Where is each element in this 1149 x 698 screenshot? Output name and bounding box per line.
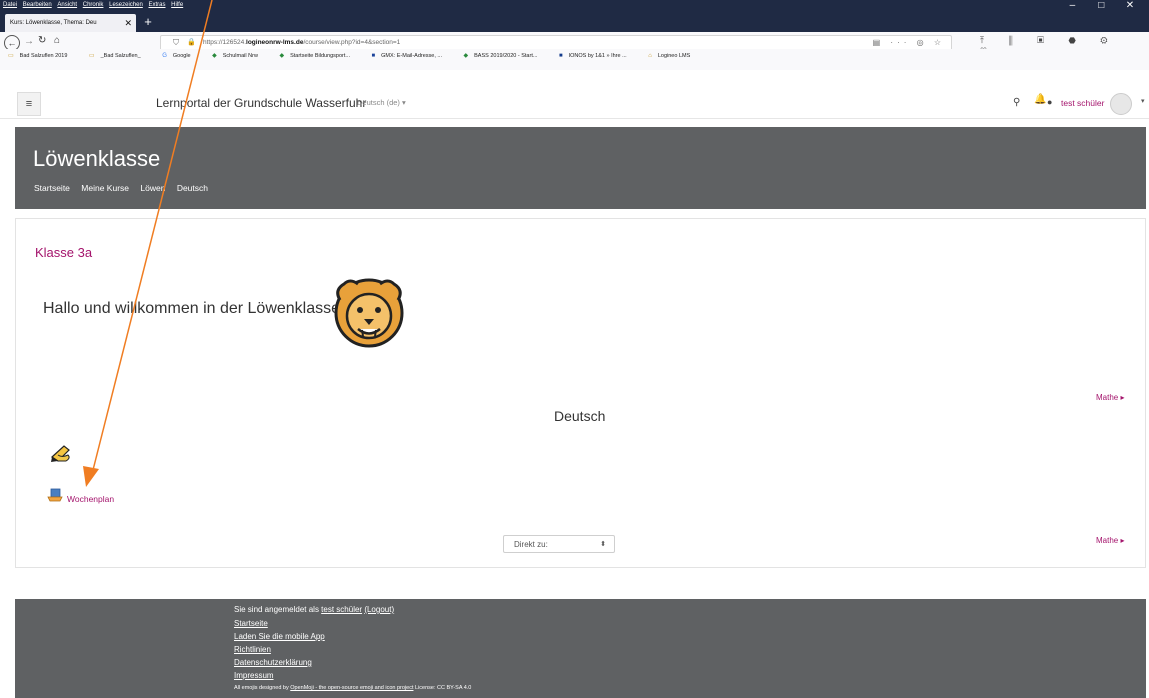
folder-icon: ▭ — [8, 53, 14, 59]
new-tab-button[interactable]: + — [140, 14, 156, 30]
menu-hilfe[interactable]: Hilfe — [171, 2, 183, 8]
url-prefix: https://126524. — [203, 39, 247, 46]
menu-lesezeichen[interactable]: Lesezeichen — [109, 2, 143, 8]
hamburger-menu-button[interactable]: ≡ — [17, 92, 41, 116]
writing-hand-icon — [51, 445, 70, 462]
user-menu-caret[interactable]: ▾ — [1141, 97, 1145, 105]
breadcrumb-startseite[interactable]: Startseite — [34, 183, 70, 193]
folder-icon: ▭ — [88, 53, 95, 59]
emoji-license: License: CC BY-SA 4.0 — [413, 685, 472, 691]
nrw-icon: ◆ — [279, 53, 285, 59]
bookmark-label: Logineo LMS — [657, 53, 691, 59]
bookmark-label: Google — [172, 53, 191, 59]
minimize-button[interactable]: – — [1059, 0, 1085, 11]
breadcrumb-loewen[interactable]: Löwen — [140, 183, 165, 193]
bookmark-item[interactable]: ▭ _Bad Salzuflen_ — [85, 49, 147, 64]
emoji-credit: All emojis designed by OpenMoji - the op… — [234, 685, 471, 691]
logout-link[interactable]: (Logout) — [364, 605, 394, 614]
gmx-icon: ■ — [371, 53, 376, 59]
nrw-icon: ◆ — [463, 53, 469, 59]
bookmark-label: Schulmail Nrw — [222, 53, 258, 59]
bookmark-label: Startseite Bildungsport... — [290, 53, 350, 59]
menu-bearbeiten[interactable]: Bearbeiten — [23, 2, 52, 8]
ionos-icon: ■ — [558, 53, 563, 59]
tab-title: Kurs: Löwenklasse, Thema: Deu — [10, 20, 97, 26]
shield-icon[interactable]: ⛉ — [173, 36, 179, 50]
bookmark-item[interactable]: ◆ BASS 2019/2020 - Start... — [460, 49, 544, 64]
page-footer — [15, 599, 1146, 698]
bookmark-label: GMX: E-Mail-Adresse, ... — [381, 53, 442, 59]
avatar[interactable] — [1110, 93, 1132, 115]
activity-link-wochenplan[interactable]: Wochenplan — [67, 494, 114, 504]
file-icon[interactable] — [47, 488, 63, 502]
bookmarks-bar: ▭ Bad Salzuflen 2019 ▭ _Bad Salzuflen_ G Go… — [0, 49, 1149, 64]
google-icon: G — [162, 53, 167, 59]
logineo-icon: ⌂ — [648, 53, 652, 59]
footer-link-datenschutz[interactable]: Datenschutzerklärung — [234, 658, 312, 667]
language-menu[interactable]: Deutsch (de) ▾ — [357, 98, 406, 107]
chat-icon[interactable]: ● — [1047, 97, 1052, 107]
window-controls: – □ ✕ — [1059, 0, 1143, 11]
bookmark-item[interactable]: G Google — [158, 49, 196, 64]
course-content-card — [15, 218, 1146, 568]
search-icon[interactable]: ⚲ — [1013, 97, 1020, 108]
browser-menubar: Datei Bearbeiten Ansicht Chronik Lesezei… — [0, 0, 1149, 12]
menu-datei[interactable]: Datei — [3, 2, 17, 8]
bookmark-label: BASS 2019/2020 - Start... — [474, 53, 538, 59]
login-prefix: Sie sind angemeldet als — [234, 605, 322, 614]
course-banner — [15, 127, 1146, 209]
lock-icon[interactable]: 🔒 — [187, 36, 196, 50]
login-info: Sie sind angemeldet als test schüler (Lo… — [234, 605, 394, 614]
url-path: /course/view.php?id=4&section=1 — [303, 39, 401, 46]
footer-link-impressum[interactable]: Impressum — [234, 671, 274, 680]
forward-icon[interactable]: → — [24, 36, 34, 47]
close-window-button[interactable]: ✕ — [1117, 0, 1143, 11]
bookmark-item[interactable]: ◆ Startseite Bildungsport... — [275, 49, 356, 64]
menu-list: Datei Bearbeiten Ansicht Chronik Lesezei… — [3, 2, 187, 8]
footer-link-mobile-app[interactable]: Laden Sie die mobile App — [234, 632, 325, 641]
url-text: https://126524.logineonrw-lms.de/course/… — [203, 36, 400, 50]
url-domain: logineonrw-lms.de — [246, 39, 304, 46]
bookmark-item[interactable]: ◆ Schulmail Nrw — [208, 49, 264, 64]
lion-icon — [334, 278, 404, 348]
bookmark-item[interactable]: ⌂ Logineo LMS — [644, 49, 696, 64]
reload-icon[interactable]: ↻ — [38, 35, 46, 46]
breadcrumb-deutsch[interactable]: Deutsch — [177, 183, 208, 193]
next-section-link-bottom[interactable]: Mathe ▸ — [1096, 536, 1124, 545]
menu-chronik[interactable]: Chronik — [83, 2, 104, 8]
bookmark-label: Bad Salzuflen 2019 — [19, 53, 68, 59]
jump-to-select[interactable]: Direkt zu: ⬍ — [503, 535, 615, 553]
section-title: Klasse 3a — [35, 245, 93, 260]
bookmark-label: IONOS by 1&1 » Ihre ... — [568, 53, 627, 59]
notification-icon[interactable]: 🔔 — [1034, 94, 1046, 105]
bookmark-item[interactable]: ■ IONOS by 1&1 » Ihre ... — [555, 49, 633, 64]
url-actions[interactable]: ▤ ··· ◎ ☆ — [873, 36, 945, 50]
home-icon[interactable]: ⌂ — [54, 35, 60, 46]
breadcrumb-meine-kurse[interactable]: Meine Kurse — [81, 183, 129, 193]
footer-link-richtlinien[interactable]: Richtlinien — [234, 645, 271, 654]
footer-user-link[interactable]: test schüler — [321, 605, 362, 614]
bookmark-item[interactable]: ▭ Bad Salzuflen 2019 — [4, 49, 73, 64]
topic-title: Deutsch — [554, 408, 606, 424]
menu-ansicht[interactable]: Ansicht — [57, 2, 77, 8]
next-section-link[interactable]: Mathe ▸ — [1096, 393, 1124, 402]
course-title: Löwenklasse — [33, 146, 161, 171]
maximize-button[interactable]: □ — [1088, 0, 1114, 11]
bookmark-label: _Bad Salzuflen_ — [100, 53, 141, 59]
footer-link-startseite[interactable]: Startseite — [234, 619, 268, 628]
tab-active[interactable]: Kurs: Löwenklasse, Thema: Deu ✕ — [5, 14, 136, 32]
jump-label: Direkt zu: — [514, 540, 548, 549]
tab-close-icon[interactable]: ✕ — [124, 14, 132, 32]
site-name[interactable]: Lernportal der Grundschule Wasserfuhr — [156, 96, 366, 110]
bookmark-item[interactable]: ■ GMX: E-Mail-Adresse, ... — [368, 49, 448, 64]
user-name[interactable]: test schüler — [1061, 98, 1104, 108]
emoji-prefix: All emojis designed by — [234, 685, 291, 691]
welcome-text: Hallo und willkommen in der Löwenklasse — [43, 300, 341, 317]
breadcrumb: Startseite Meine Kurse Löwen Deutsch — [34, 183, 217, 193]
select-arrow-icon: ⬍ — [600, 541, 606, 548]
openmoji-link[interactable]: OpenMoji - the open-source emoji and ico… — [290, 685, 413, 691]
nrw-icon: ◆ — [212, 53, 217, 59]
tab-bar — [0, 12, 1149, 32]
menu-extras[interactable]: Extras — [148, 2, 165, 8]
